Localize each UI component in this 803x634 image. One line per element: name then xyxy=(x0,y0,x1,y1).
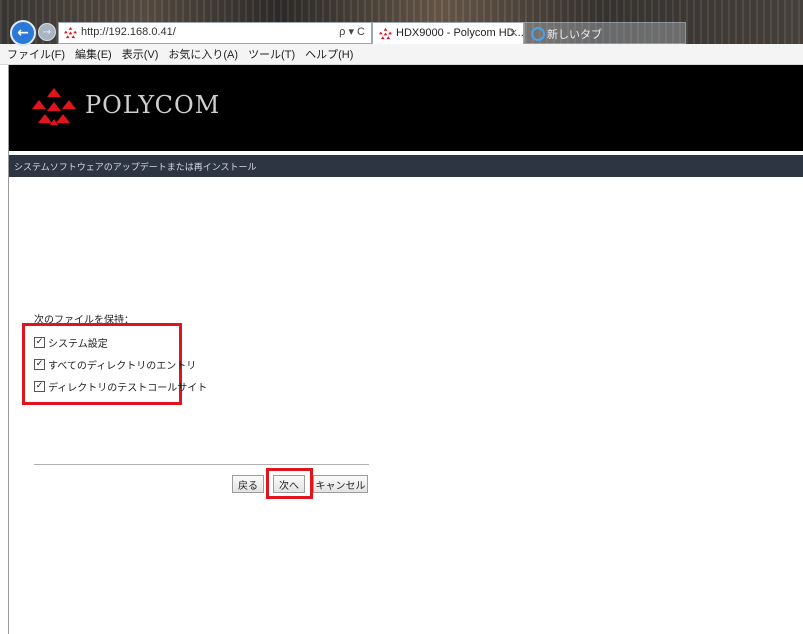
address-bar[interactable]: http://192.168.0.41/ ρ ▾ C xyxy=(58,22,372,44)
menu-file[interactable]: ファイル(F) xyxy=(7,46,65,62)
checkbox-directory-entries[interactable]: ✓ xyxy=(34,359,45,370)
section-title: システムソフトウェアのアップデートまたは再インストール xyxy=(14,162,257,172)
address-url[interactable]: http://192.168.0.41/ xyxy=(81,26,176,38)
back-arrow-icon: ← xyxy=(17,25,29,41)
polycom-header: POLYCOM xyxy=(9,65,803,151)
tab-new[interactable]: 新しいタブ xyxy=(524,22,686,44)
menu-edit[interactable]: 編集(E) xyxy=(75,46,112,62)
option-label: すべてのディレクトリのエントリ xyxy=(48,361,197,372)
checkbox-system-settings[interactable]: ✓ xyxy=(34,337,45,348)
tab-title: HDX9000 - Polycom HD... xyxy=(396,27,524,39)
option-test-call-sites[interactable]: ✓ ディレクトリのテストコールサイト xyxy=(34,379,207,394)
option-directory-entries[interactable]: ✓ すべてのディレクトリのエントリ xyxy=(34,357,196,372)
menu-favorites[interactable]: お気に入り(A) xyxy=(168,46,238,62)
menu-bar: ファイル(F) 編集(E) 表示(V) お気に入り(A) ツール(T) ヘルプ(… xyxy=(0,44,803,65)
polycom-favicon xyxy=(379,27,392,40)
polycom-logo-text: POLYCOM xyxy=(85,91,221,119)
back-button[interactable]: ← xyxy=(10,20,36,46)
form-divider xyxy=(34,464,369,465)
cancel-button[interactable]: キャンセル xyxy=(313,475,368,493)
tab-close-icon[interactable]: × xyxy=(509,26,518,39)
checkbox-test-call-sites[interactable]: ✓ xyxy=(34,381,45,392)
ie-icon xyxy=(531,27,545,41)
section-title-bar: システムソフトウェアのアップデートまたは再インストール xyxy=(9,155,803,177)
back-step-button[interactable]: 戻る xyxy=(232,475,264,493)
forward-button[interactable]: → xyxy=(38,23,56,41)
menu-help[interactable]: ヘルプ(H) xyxy=(305,46,353,62)
tab-new-label: 新しいタブ xyxy=(547,29,602,41)
polycom-logo-icon xyxy=(32,88,76,125)
option-label: ディレクトリのテストコールサイト xyxy=(48,383,208,394)
option-label: システム設定 xyxy=(48,339,108,350)
address-search-refresh-icons[interactable]: ρ ▾ C xyxy=(339,25,365,38)
next-button[interactable]: 次へ xyxy=(273,475,305,493)
polycom-favicon xyxy=(64,26,77,39)
tab-hdx9000[interactable]: HDX9000 - Polycom HD... × xyxy=(372,22,524,44)
option-system-settings[interactable]: ✓ システム設定 xyxy=(34,335,108,350)
menu-view[interactable]: 表示(V) xyxy=(122,46,159,62)
menu-tools[interactable]: ツール(T) xyxy=(248,46,295,62)
forward-arrow-icon: → xyxy=(42,26,52,38)
web-page: POLYCOM システムソフトウェアのアップデートまたは再インストール 次のファ… xyxy=(8,65,803,634)
